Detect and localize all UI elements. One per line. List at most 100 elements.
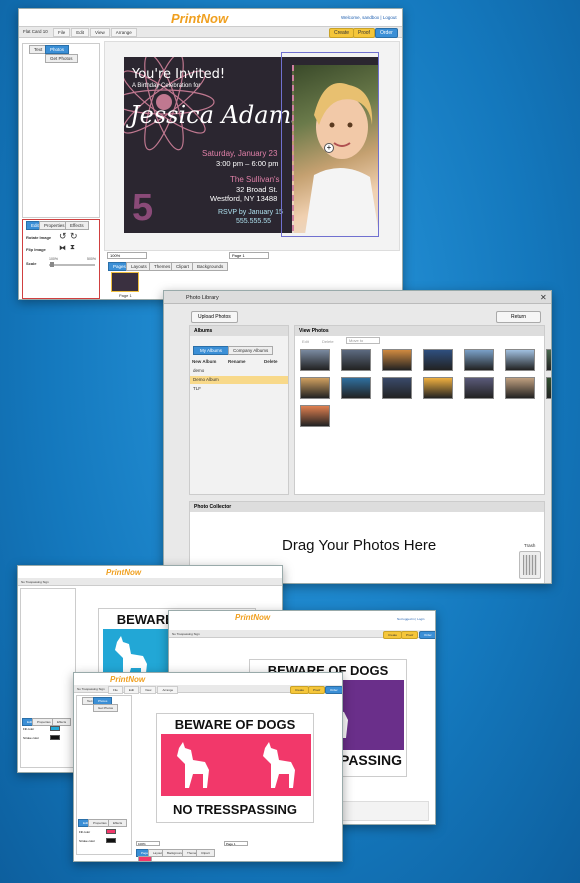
rename-link[interactable]: Rename [228, 359, 246, 364]
printnow-logo: PrintNow [110, 675, 146, 684]
event-street: 32 Broad St. [236, 185, 278, 194]
close-icon[interactable]: ✕ [540, 293, 547, 302]
fill-color-label: Fill color [23, 727, 35, 731]
new-album-link[interactable]: New Album [192, 359, 216, 364]
menu-view[interactable]: View [140, 686, 157, 694]
photo-thumbnail[interactable] [382, 377, 412, 399]
tab-effects[interactable]: Effects [52, 718, 72, 726]
menu-file[interactable]: File [53, 28, 71, 37]
tab-photos[interactable]: Photos [45, 45, 70, 54]
photo-thumbnail[interactable] [464, 377, 494, 399]
photo-library-screenshot: Photo Library ✕ Upload Photos Return Alb… [163, 290, 552, 584]
photo-thumbnail[interactable] [546, 349, 551, 371]
albums-header: Albums [190, 326, 288, 336]
page-select[interactable]: Page 1 [229, 252, 269, 259]
event-time: 3:00 pm – 6:00 pm [216, 159, 279, 168]
printnow-logo: PrintNow [235, 613, 271, 622]
menu-arrange[interactable]: Arrange [110, 28, 137, 37]
scale-slider-thumb[interactable] [50, 262, 54, 267]
photo-thumbnail[interactable] [546, 377, 551, 399]
get-photos-button[interactable]: Get Photos [45, 54, 78, 63]
zoom-select[interactable]: 100% [107, 252, 147, 259]
menu-edit[interactable]: Edit [123, 686, 140, 694]
dog-silhouette-icon [263, 742, 295, 788]
photo-thumbnail[interactable] [300, 405, 330, 427]
flip-horizontal-icon[interactable]: ⧓ [59, 244, 66, 252]
page-thumbnail[interactable] [138, 856, 152, 861]
menu-edit[interactable]: Edit [71, 28, 90, 37]
photo-thumbnail[interactable] [505, 349, 535, 371]
bottom-tab-layouts[interactable]: Layouts [126, 262, 152, 271]
stroke-color-label: Stroke color [79, 839, 96, 843]
company-albums-tab[interactable]: Company Albums [228, 346, 274, 355]
invitee-name: Jessica Adams [130, 101, 304, 129]
return-button[interactable]: Return [496, 311, 542, 323]
photo-thumbnail[interactable] [341, 377, 371, 399]
sign-title: BEWARE OF DOGS [174, 717, 296, 732]
order-button[interactable]: Order [419, 631, 435, 639]
bottom-tab-backgrounds[interactable]: Backgrounds [192, 262, 229, 271]
scale-max: 500% [87, 257, 96, 261]
stroke-color-label: Stroke color [23, 736, 40, 740]
album-item[interactable]: TLF [190, 385, 288, 393]
bottom-tab-clipart[interactable]: Clipart [196, 849, 215, 857]
proof-button[interactable]: Proof [401, 631, 419, 639]
scale-slider[interactable] [49, 264, 95, 266]
move-handle-icon[interactable]: + [324, 143, 334, 153]
create-button[interactable]: Create [329, 28, 355, 38]
left-panel [22, 43, 100, 218]
album-item-selected[interactable]: Demo Album [190, 376, 288, 384]
dog-silhouette-icon [177, 742, 209, 788]
photo-thumbnail[interactable] [341, 349, 371, 371]
create-button[interactable]: Create [383, 631, 403, 639]
invited-heading: You're Invited! [132, 67, 226, 82]
menu-file[interactable]: File [108, 686, 123, 694]
library-title-bar [164, 291, 551, 304]
photo-edit-link[interactable]: Edit [302, 339, 309, 344]
photo-thumbnail[interactable] [382, 349, 412, 371]
photo-thumbnail[interactable] [505, 377, 535, 399]
flip-vertical-icon[interactable]: ⧗ [70, 244, 75, 252]
stroke-color-swatch[interactable] [50, 735, 60, 740]
rotate-right-icon[interactable]: ↻ [70, 231, 78, 242]
photo-delete-link[interactable]: Delete [322, 339, 334, 344]
view-photos-header: View Photos [295, 326, 544, 336]
stroke-color-swatch[interactable] [106, 838, 116, 843]
create-button[interactable]: Create [290, 686, 310, 694]
photo-thumbnail[interactable] [464, 349, 494, 371]
trash-label: Trash [524, 543, 536, 548]
menu-arrange[interactable]: Arrange [157, 686, 179, 694]
doc-name: No Trespassing Sign [172, 632, 200, 636]
my-albums-tab[interactable]: My Albums [193, 346, 230, 355]
welcome-text[interactable]: Welcome, sandbox | Logout [341, 15, 397, 20]
photo-thumbnail[interactable] [423, 349, 453, 371]
photo-thumbnail[interactable] [423, 377, 453, 399]
photo-move-select[interactable]: Move to [346, 337, 380, 344]
get-photos-button[interactable]: Get Photos [93, 704, 119, 712]
delete-link[interactable]: Delete [264, 359, 278, 364]
page-select[interactable]: Page 1 [224, 841, 248, 846]
order-button[interactable]: Order [375, 28, 398, 38]
tab-effects[interactable]: Effects [108, 819, 128, 827]
upload-photos-button[interactable]: Upload Photos [191, 311, 238, 323]
fill-color-swatch[interactable] [50, 726, 60, 731]
pink-sign: BEWARE OF DOGS NO TRESSPASSING [156, 713, 314, 823]
trash-icon[interactable] [519, 551, 541, 579]
event-rsvp: RSVP by January 15 [218, 209, 283, 216]
age-number: 5 [132, 187, 154, 229]
photo-thumbnail[interactable] [300, 377, 330, 399]
page-thumbnail[interactable] [111, 272, 139, 292]
event-phone: 555.555.55 [236, 218, 272, 225]
album-item[interactable]: demo [190, 367, 288, 375]
tab-effects[interactable]: Effects [65, 221, 89, 230]
fill-color-swatch[interactable] [106, 829, 116, 834]
proof-button[interactable]: Proof [308, 686, 326, 694]
proof-button[interactable]: Proof [353, 28, 375, 38]
order-button[interactable]: Order [325, 686, 342, 694]
menu-view[interactable]: View [90, 28, 110, 37]
logged-in-text[interactable]: Not logged in | Login [397, 617, 424, 621]
zoom-select[interactable]: 100% [136, 841, 160, 846]
photo-thumbnail[interactable] [300, 349, 330, 371]
rotate-left-icon[interactable]: ↺ [59, 231, 67, 242]
bottom-tab-clipart[interactable]: Clipart [171, 262, 195, 271]
